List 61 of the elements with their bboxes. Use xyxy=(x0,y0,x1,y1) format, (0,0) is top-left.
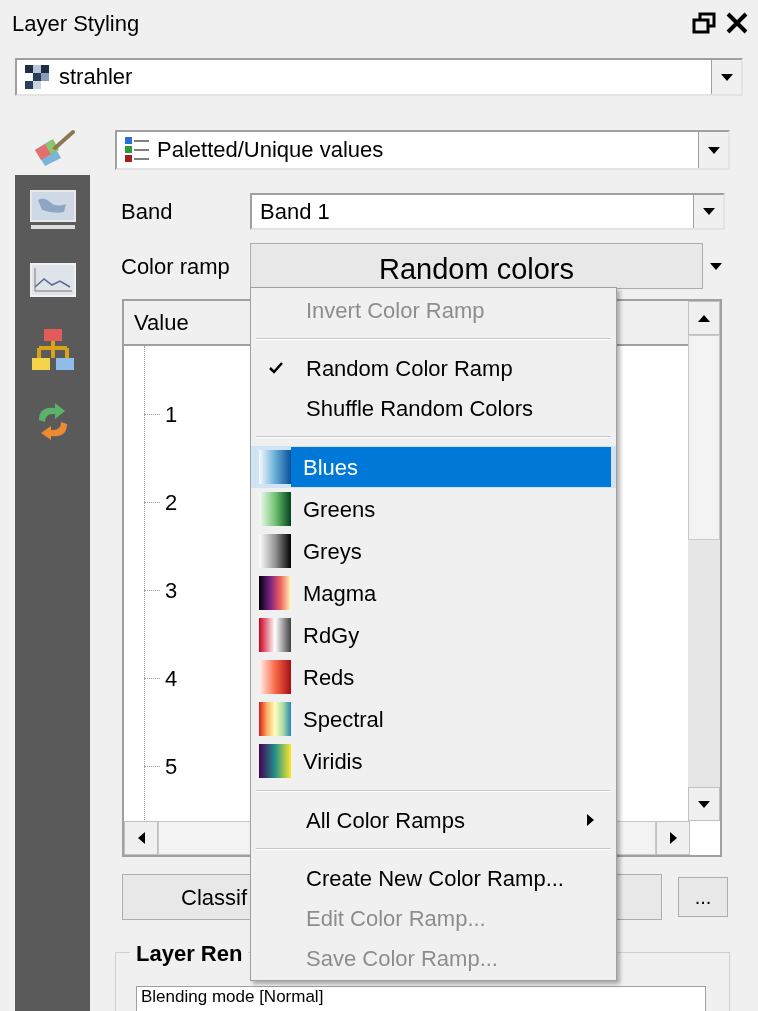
caret-icon xyxy=(710,262,722,270)
side-tab[interactable] xyxy=(15,175,90,245)
band-select[interactable]: Band 1 xyxy=(250,193,725,230)
color-ramp-menu-item[interactable]: Greys xyxy=(251,530,616,572)
scroll-down-icon xyxy=(698,800,710,808)
ramp-label: RdGy xyxy=(302,621,361,650)
dropdown-arrow-icon xyxy=(720,73,733,81)
renderer-select[interactable]: Paletted/Unique values xyxy=(115,130,730,170)
ramp-label: Greys xyxy=(302,537,363,566)
color-ramp-swatch xyxy=(259,744,291,778)
color-ramp-swatch xyxy=(259,660,291,694)
color-ramp-swatch xyxy=(259,618,291,652)
raster-layer-icon xyxy=(25,65,51,89)
color-ramp-label: Color ramp xyxy=(121,252,231,281)
scroll-up-icon xyxy=(698,314,710,322)
close-icon[interactable] xyxy=(726,12,748,34)
hierarchy-icon xyxy=(30,328,75,372)
scroll-left-icon xyxy=(137,832,145,844)
checkmark-icon xyxy=(269,362,283,374)
map-monitor-icon xyxy=(29,190,76,230)
menu-item[interactable]: All Color Ramps xyxy=(251,800,616,840)
color-ramp-swatch xyxy=(259,492,291,526)
color-ramp-swatch xyxy=(259,576,291,610)
scroll-right-icon xyxy=(669,832,677,844)
tree-item[interactable]: 1 xyxy=(165,397,178,431)
color-ramp-swatch xyxy=(259,702,291,736)
menu-item[interactable]: Random Color Ramp xyxy=(251,348,616,388)
ramp-label: Blues xyxy=(291,447,611,487)
color-ramp-swatch xyxy=(259,450,291,484)
color-ramp-menu-item[interactable]: Magma xyxy=(251,572,616,614)
blending-select[interactable]: Blending mode [Normal] xyxy=(136,986,706,1011)
ramp-label: Reds xyxy=(302,663,356,692)
color-ramp-menu-item[interactable]: Blues xyxy=(251,446,616,488)
color-ramp-swatch xyxy=(259,534,291,568)
ramp-label: Spectral xyxy=(302,705,385,734)
band-label: Band xyxy=(121,198,174,226)
tree-item[interactable]: 2 xyxy=(165,485,178,519)
submenu-arrow-icon xyxy=(587,814,594,826)
restore-icon[interactable] xyxy=(692,12,716,34)
vertical-scrollbar[interactable] xyxy=(688,301,720,821)
layer-select[interactable]: strahler xyxy=(15,58,743,96)
line-chart-icon xyxy=(29,263,76,297)
color-ramp-menu-item[interactable]: Greens xyxy=(251,488,616,530)
window-title: Layer Styling xyxy=(12,9,140,38)
tree-item[interactable]: 4 xyxy=(165,661,178,695)
tree-item[interactable]: 5 xyxy=(165,749,178,783)
ramp-label: Viridis xyxy=(302,747,364,776)
menu-item[interactable]: Shuffle Random Colors xyxy=(251,388,616,428)
color-ramp-menu-item[interactable]: Reds xyxy=(251,656,616,698)
menu-item[interactable]: Create New Color Ramp... xyxy=(251,858,616,898)
dropdown-arrow-icon xyxy=(707,146,720,154)
tree-item[interactable]: 3 xyxy=(165,573,178,607)
legend-list-icon xyxy=(125,137,149,163)
dropdown-arrow-icon xyxy=(702,208,715,215)
color-ramp-button[interactable]: Random colors xyxy=(250,243,703,289)
color-ramp-menu-item[interactable]: RdGy xyxy=(251,614,616,656)
ramp-label: Greens xyxy=(302,495,377,524)
more-button[interactable]: ... xyxy=(678,877,728,917)
color-ramp-menu-item[interactable]: Spectral xyxy=(251,698,616,740)
color-ramp-menu-item[interactable]: Viridis xyxy=(251,740,616,782)
ramp-label: Magma xyxy=(302,579,378,608)
